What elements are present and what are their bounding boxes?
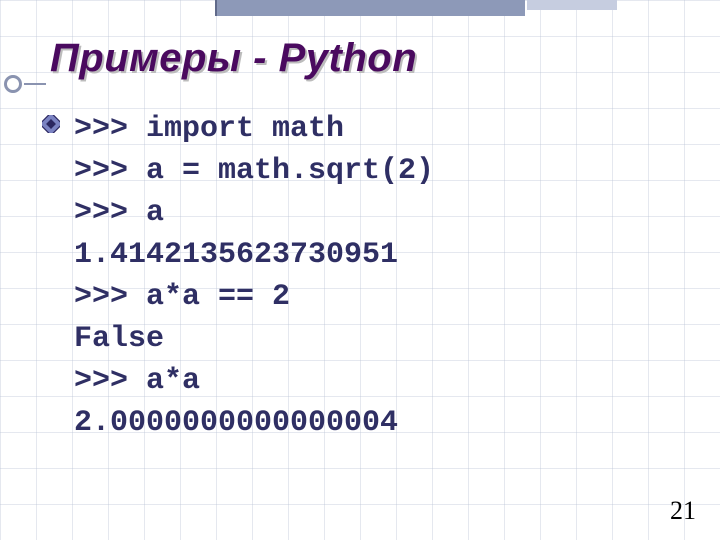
slide-title: Примеры - Python bbox=[50, 36, 417, 81]
bullet-icon bbox=[42, 115, 60, 133]
code-block: >>> import math >>> a = math.sqrt(2) >>>… bbox=[74, 108, 434, 444]
code-line: 2.0000000000000004 bbox=[74, 406, 398, 440]
code-line: False bbox=[74, 322, 164, 356]
header-accent-bar bbox=[215, 0, 525, 16]
code-line: >>> import math bbox=[74, 112, 344, 146]
code-line: >>> a*a == 2 bbox=[74, 280, 290, 314]
circle-icon bbox=[4, 75, 22, 93]
code-line: >>> a*a bbox=[74, 364, 200, 398]
page-number: 21 bbox=[670, 496, 696, 526]
code-line: >>> a = math.sqrt(2) bbox=[74, 154, 434, 188]
code-line: 1.4142135623730951 bbox=[74, 238, 398, 272]
code-line: >>> a bbox=[74, 196, 164, 230]
slide: Примеры - Python >>> import math >>> a =… bbox=[0, 0, 720, 540]
line-icon bbox=[24, 83, 46, 85]
